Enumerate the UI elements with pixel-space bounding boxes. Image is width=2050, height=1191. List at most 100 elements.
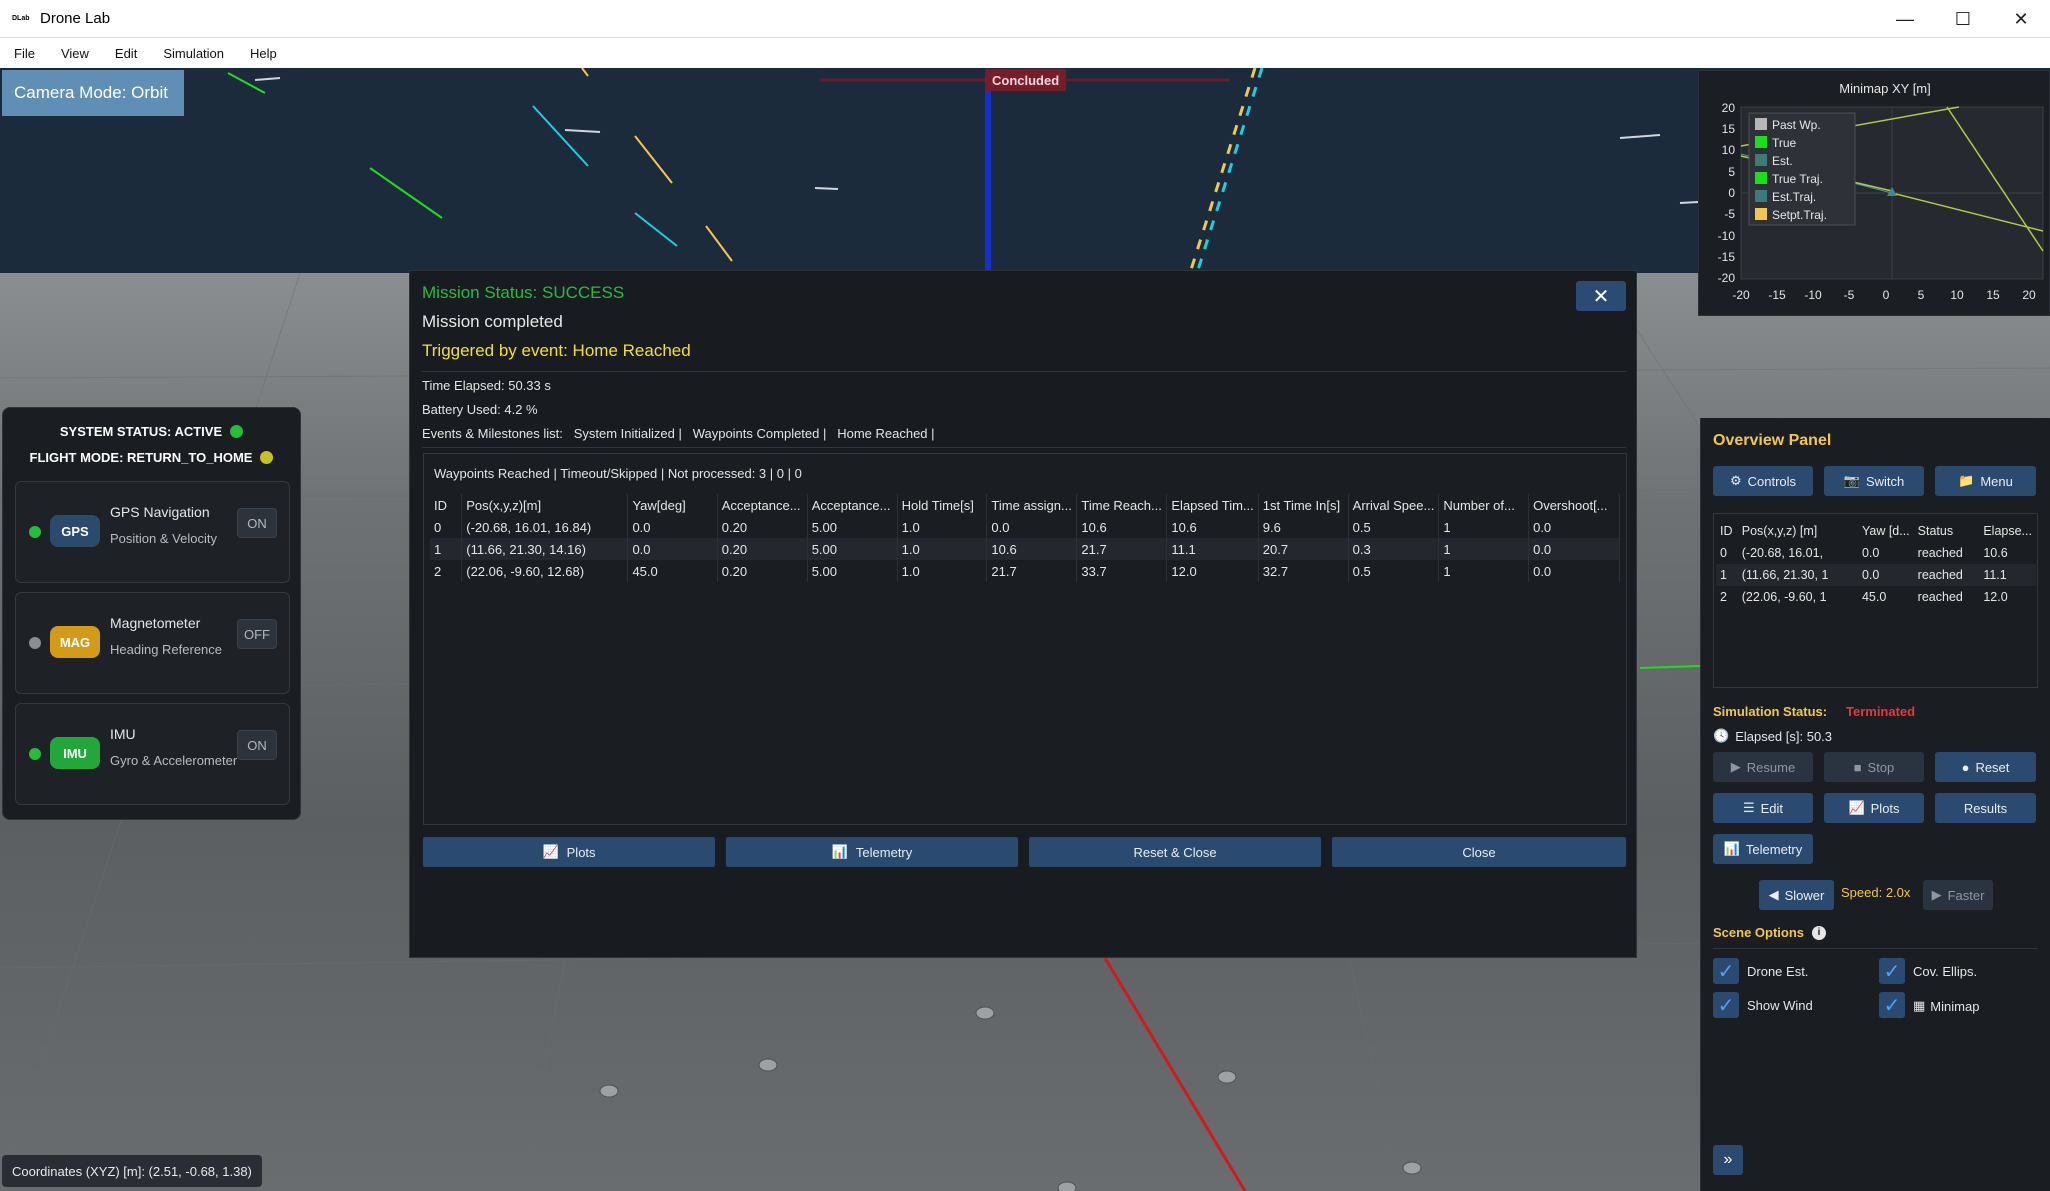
drone-est-checkbox[interactable]: ✓	[1713, 958, 1739, 984]
column-header[interactable]: Acceptance...	[807, 494, 898, 516]
table-row[interactable]: 0 (-20.68, 16.01, 16.84) 0.0 0.20 5.00 1…	[430, 516, 1620, 538]
expand-panel-button[interactable]: »	[1713, 1145, 1743, 1175]
table-cell: reached	[1917, 546, 1963, 560]
menu-edit[interactable]: Edit	[111, 43, 141, 64]
table-cell: 1.0	[897, 560, 988, 582]
chart-bars-icon: 📊	[1723, 841, 1740, 856]
divider	[1713, 948, 2038, 949]
chart-bars-icon: 📊	[831, 844, 848, 859]
plots-button[interactable]: 📈 Plots	[423, 837, 715, 867]
table-cell: 20.7	[1258, 538, 1349, 560]
table-row[interactable]: 2 (22.06, -9.60, 1 45.0 reached 12.0	[1716, 586, 2036, 608]
menu-view[interactable]: View	[57, 43, 93, 64]
button-label: Reset & Close	[1133, 844, 1217, 860]
map-icon: ▦	[1913, 998, 1926, 1013]
sensor-card-imu: IMU IMU Gyro & Accelerometer ON	[15, 703, 290, 805]
faster-button[interactable]: ▶ Faster	[1923, 880, 1993, 910]
table-cell: 0	[1720, 546, 1727, 560]
table-header: ID Pos(x,y,z) [m] Yaw [d... Status Elaps…	[1716, 520, 2036, 542]
svg-text:Setpt.Traj.: Setpt.Traj.	[1772, 208, 1827, 222]
telemetry-button[interactable]: 📊 Telemetry	[726, 837, 1018, 867]
column-header[interactable]: Time Reach...	[1076, 494, 1168, 516]
scene-options-label: Scene Options	[1713, 925, 1805, 940]
column-header[interactable]: Yaw [d...	[1858, 520, 1914, 542]
column-header[interactable]: ID	[1716, 520, 1738, 542]
column-header[interactable]: Arrival Spee...	[1348, 494, 1440, 516]
overview-table[interactable]: ID Pos(x,y,z) [m] Yaw [d... Status Elaps…	[1716, 520, 2036, 608]
reset-button[interactable]: ● Reset	[1935, 752, 2036, 782]
resume-button[interactable]: ▶ Resume	[1713, 752, 1813, 782]
sensor-name: Magnetometer	[110, 615, 201, 631]
maximize-button[interactable]: ☐	[1934, 0, 1992, 38]
waypoint-table[interactable]: ID Pos(x,y,z)[m] Yaw[deg] Acceptance... …	[430, 494, 1620, 582]
sensor-card-gps: GPS GPS Navigation Position & Velocity O…	[15, 481, 290, 583]
column-header[interactable]: Pos(x,y,z)[m]	[461, 494, 629, 516]
table-cell: 21.7	[1076, 538, 1168, 560]
reset-close-button[interactable]: Reset & Close	[1029, 837, 1321, 867]
button-label: Controls	[1747, 473, 1797, 489]
edit-button[interactable]: ☰ Edit	[1713, 793, 1813, 823]
svg-text:-10: -10	[1804, 288, 1822, 302]
svg-text:-15: -15	[1718, 250, 1736, 264]
menu-simulation[interactable]: Simulation	[159, 43, 228, 64]
column-header[interactable]: Overshoot[...	[1528, 494, 1620, 516]
table-cell: 12.0	[1166, 560, 1259, 582]
mag-toggle[interactable]: OFF	[237, 619, 277, 649]
column-header[interactable]: Pos(x,y,z) [m]	[1738, 520, 1858, 542]
column-header[interactable]: Elapsed Tim...	[1166, 494, 1259, 516]
menu-button[interactable]: 📁 Menu	[1935, 466, 2036, 496]
column-header[interactable]: Elapse...	[1979, 520, 2036, 542]
minimap-option: ▦ Minimap	[1913, 998, 1979, 1014]
cov-ellips-checkbox[interactable]: ✓	[1879, 958, 1905, 984]
info-icon[interactable]: i	[1812, 925, 1827, 940]
overview-telemetry-button[interactable]: 📊 Telemetry	[1713, 834, 1813, 864]
menu-help[interactable]: Help	[246, 43, 281, 64]
table-cell: 10.6	[986, 538, 1078, 560]
table-row[interactable]: 2 (22.06, -9.60, 12.68) 45.0 0.20 5.00 1…	[430, 560, 1620, 582]
sensor-desc: Heading Reference	[110, 642, 223, 657]
controls-button[interactable]: ⚙ Controls	[1713, 466, 1813, 496]
minimize-button[interactable]: —	[1876, 0, 1934, 38]
column-header[interactable]: Yaw[deg]	[627, 494, 718, 516]
column-header[interactable]: Time assign...	[986, 494, 1078, 516]
dialog-close-icon[interactable]: ✕	[1576, 281, 1626, 311]
mission-status: Mission Status: SUCCESS	[422, 283, 625, 302]
slower-button[interactable]: ◀ Slower	[1759, 880, 1834, 910]
close-window-button[interactable]: ✕	[1992, 0, 2050, 38]
button-label: Faster	[1947, 887, 1985, 903]
table-cell: 0.0	[627, 516, 718, 538]
table-row[interactable]: 0 (-20.68, 16.01, 0.0 reached 10.6	[1716, 542, 2036, 564]
imu-toggle[interactable]: ON	[237, 730, 277, 760]
show-wind-checkbox[interactable]: ✓	[1713, 992, 1739, 1018]
column-header[interactable]: Number of...	[1438, 494, 1530, 516]
overview-plots-button[interactable]: 📈 Plots	[1824, 793, 1924, 823]
title-bar: DLab Drone Lab — ☐ ✕	[0, 0, 2050, 38]
minimap-checkbox[interactable]: ✓	[1879, 992, 1905, 1018]
column-header[interactable]: ID	[430, 494, 463, 516]
column-header[interactable]: Status	[1914, 520, 1980, 542]
sensor-desc: Gyro & Accelerometer	[110, 753, 238, 768]
imu-badge: IMU	[50, 737, 100, 769]
mag-badge: MAG	[50, 626, 100, 658]
column-header[interactable]: 1st Time In[s]	[1258, 494, 1349, 516]
menu-file[interactable]: File	[10, 43, 39, 64]
results-button[interactable]: Results	[1935, 793, 2036, 823]
stop-button[interactable]: ■ Stop	[1824, 752, 1924, 782]
table-row[interactable]: 1 (11.66, 21.30, 1 0.0 reached 11.1	[1716, 564, 2036, 586]
close-button[interactable]: Close	[1332, 837, 1626, 867]
elapsed-time: 🕓 Elapsed [s]: 50.3	[1713, 728, 1832, 744]
svg-text:-10: -10	[1718, 229, 1736, 243]
switch-button[interactable]: 📷 Switch	[1824, 466, 1924, 496]
gps-toggle[interactable]: ON	[237, 508, 277, 538]
svg-text:True Traj.: True Traj.	[1772, 172, 1823, 186]
column-header[interactable]: Hold Time[s]	[897, 494, 988, 516]
table-cell: (-20.68, 16.01, 16.84)	[461, 516, 629, 538]
camera-mode-label[interactable]: Camera Mode: Orbit	[2, 70, 184, 116]
sliders-icon: ☰	[1742, 800, 1755, 815]
divider	[422, 447, 1626, 448]
table-cell: reached	[1913, 564, 1980, 586]
table-row[interactable]: 1 (11.66, 21.30, 14.16) 0.0 0.20 5.00 1.…	[430, 538, 1620, 560]
column-header[interactable]: Acceptance...	[717, 494, 808, 516]
status-panel: SYSTEM STATUS: ACTIVE FLIGHT MODE: RETUR…	[2, 407, 301, 820]
table-cell: (-20.68, 16.01,	[1741, 546, 1824, 560]
